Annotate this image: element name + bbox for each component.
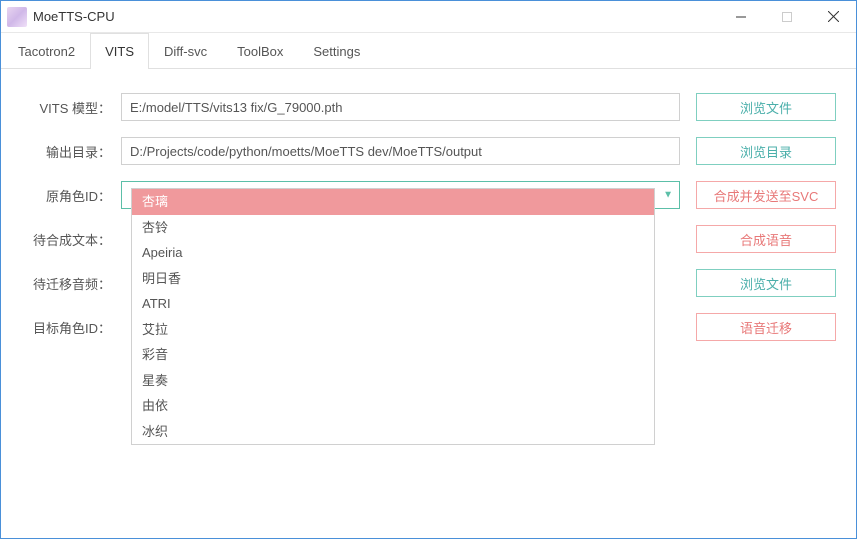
dropdown-item[interactable]: Apeiria [132,240,654,266]
label-target-char: 目标角色ID： [21,318,121,337]
dropdown-item[interactable]: 杏铃 [132,215,654,241]
label-output: 输出目录： [21,142,121,161]
dropdown-item[interactable]: 杏璃 [132,189,654,215]
dropdown-item[interactable]: 彩音 [132,342,654,368]
tab-bar: Tacotron2 VITS Diff-svc ToolBox Settings [1,33,856,69]
tab-vits[interactable]: VITS [90,33,149,69]
tab-toolbox[interactable]: ToolBox [222,33,298,69]
maximize-button[interactable] [764,1,810,32]
browse-output-button[interactable]: 浏览目录 [696,137,836,165]
input-model-path[interactable] [121,93,680,121]
browse-model-button[interactable]: 浏览文件 [696,93,836,121]
dropdown-list[interactable]: 杏璃 杏铃 Apeiria 明日香 ATRI 艾拉 彩音 星奏 由依 冰织 [131,188,655,445]
app-icon [7,7,27,27]
label-text: 待合成文本： [21,230,121,249]
window-controls [718,1,856,32]
titlebar: MoeTTS-CPU [1,1,856,33]
window-title: MoeTTS-CPU [33,9,718,24]
tab-tacotron2[interactable]: Tacotron2 [3,33,90,69]
synth-send-svc-button[interactable]: 合成并发送至SVC [696,181,836,209]
tab-content: VITS 模型： 浏览文件 输出目录： 浏览目录 原角色ID： ▼ 合成并发送至… [1,69,856,538]
row-model: VITS 模型： 浏览文件 [21,93,836,121]
app-window: MoeTTS-CPU Tacotron2 VITS Diff-svc ToolB… [0,0,857,539]
dropdown-item[interactable]: 由依 [132,393,654,419]
label-source-char: 原角色ID： [21,186,121,205]
dropdown-item[interactable]: 艾拉 [132,317,654,343]
browse-audio-button[interactable]: 浏览文件 [696,269,836,297]
synth-voice-button[interactable]: 合成语音 [696,225,836,253]
label-audio: 待迁移音频： [21,274,121,293]
minimize-icon [736,12,746,22]
tab-settings[interactable]: Settings [298,33,375,69]
close-button[interactable] [810,1,856,32]
close-icon [828,11,839,22]
label-model: VITS 模型： [21,98,121,117]
dropdown-item[interactable]: 星奏 [132,368,654,394]
input-output-path[interactable] [121,137,680,165]
chevron-down-icon: ▼ [663,190,673,201]
dropdown-item[interactable]: 明日香 [132,266,654,292]
maximize-icon [782,12,792,22]
voice-transfer-button[interactable]: 语音迁移 [696,313,836,341]
row-output: 输出目录： 浏览目录 [21,137,836,165]
tab-diffsvc[interactable]: Diff-svc [149,33,222,69]
dropdown-item[interactable]: ATRI [132,291,654,317]
dropdown-item[interactable]: 冰织 [132,419,654,445]
minimize-button[interactable] [718,1,764,32]
